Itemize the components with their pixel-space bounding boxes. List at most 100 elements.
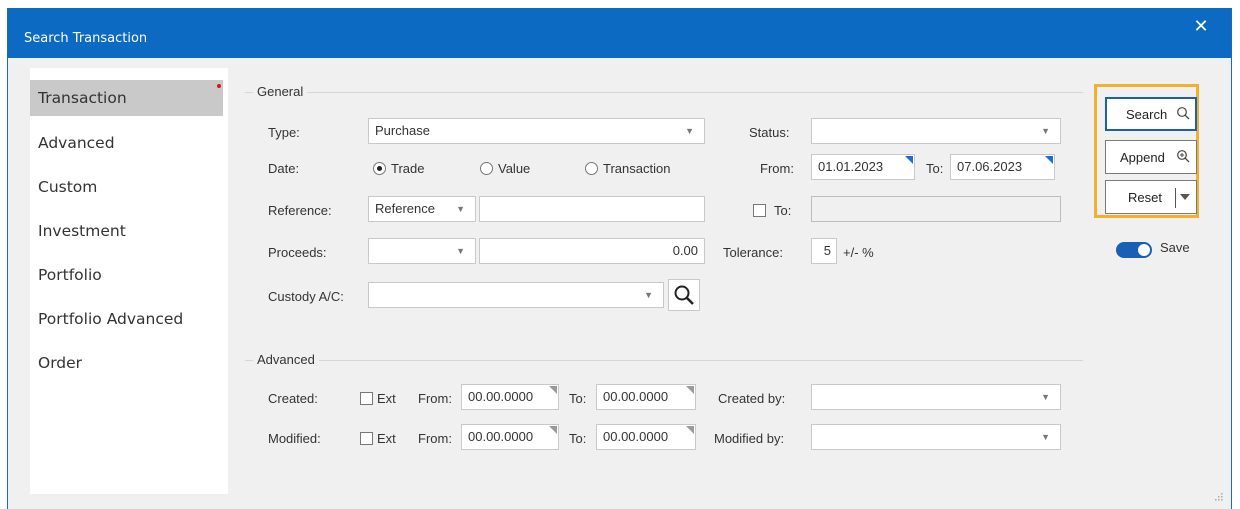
custody-lookup-button[interactable] <box>668 279 700 311</box>
nav-item-label: Portfolio <box>38 266 102 284</box>
custody-label: Custody A/C: <box>268 289 344 304</box>
reference-to-checkbox[interactable]: To: <box>753 203 791 218</box>
category-list: Transaction Advanced Custom Investment P… <box>30 68 228 494</box>
save-toggle[interactable] <box>1116 242 1152 258</box>
date-picker-marker <box>686 426 694 434</box>
reference-to-input[interactable] <box>811 196 1061 222</box>
chevron-down-icon[interactable] <box>1180 194 1190 200</box>
split-divider <box>1175 188 1176 208</box>
window-title: Search Transaction <box>24 31 148 46</box>
checkbox-icon <box>753 204 766 217</box>
save-label: Save <box>1160 240 1190 255</box>
reference-label: Reference: <box>268 203 332 218</box>
nav-item-investment[interactable]: Investment <box>30 213 223 249</box>
chevron-down-icon: ▼ <box>1041 432 1050 442</box>
search-transaction-dialog: Search Transaction ✕ Transaction Advance… <box>7 8 1232 509</box>
created-ext-checkbox[interactable]: Ext <box>360 391 396 406</box>
chevron-down-icon: ▼ <box>644 290 653 300</box>
radio-selected-icon <box>373 162 386 175</box>
reference-to-label: To: <box>774 203 792 218</box>
date-picker-marker <box>905 156 913 164</box>
modified-ext-checkbox[interactable]: Ext <box>360 431 396 446</box>
date-option-value[interactable]: Value <box>480 161 530 176</box>
close-icon[interactable]: ✕ <box>1189 14 1213 38</box>
zoom-in-icon <box>1177 150 1190 163</box>
date-option-trade[interactable]: Trade <box>373 161 424 176</box>
append-button[interactable]: Append <box>1105 140 1197 174</box>
reference-type-value: Reference <box>375 201 435 216</box>
modified-to-field[interactable]: 00.00.0000 <box>596 424 696 450</box>
to-label: To: <box>926 161 944 176</box>
proceeds-amount-input[interactable]: 0.00 <box>479 238 705 264</box>
created-from-field[interactable]: 00.00.0000 <box>461 384 559 410</box>
from-date-value: 01.01.2023 <box>818 159 884 174</box>
resize-grip-icon[interactable] <box>1213 491 1223 501</box>
nav-item-portfolio-advanced[interactable]: Portfolio Advanced <box>30 301 223 337</box>
modified-by-label: Modified by: <box>714 431 785 446</box>
nav-item-transaction[interactable]: Transaction <box>30 80 223 116</box>
proceeds-type-select[interactable]: ▼ <box>368 238 476 264</box>
radio-icon <box>480 162 493 175</box>
modified-from-label: From: <box>418 431 452 446</box>
nav-item-portfolio[interactable]: Portfolio <box>30 257 223 293</box>
modified-indicator <box>217 84 221 88</box>
created-to-field[interactable]: 00.00.0000 <box>596 384 696 410</box>
type-select[interactable]: Purchase ▼ <box>368 118 705 144</box>
type-label: Type: <box>268 125 300 140</box>
ext-label: Ext <box>377 391 396 406</box>
tolerance-value: 5 <box>823 243 831 258</box>
created-from-value: 00.00.0000 <box>468 389 534 404</box>
date-picker-marker <box>549 386 557 394</box>
modified-label: Modified: <box>268 431 321 446</box>
nav-item-custom[interactable]: Custom <box>30 169 223 205</box>
to-date-value: 07.06.2023 <box>957 159 1023 174</box>
ext-label: Ext <box>377 431 396 446</box>
general-group-line <box>245 92 1083 93</box>
modified-from-field[interactable]: 00.00.0000 <box>461 424 559 450</box>
date-picker-marker <box>549 426 557 434</box>
date-option-transaction[interactable]: Transaction <box>585 161 670 176</box>
chevron-down-icon: ▼ <box>456 246 465 256</box>
search-icon <box>674 285 694 305</box>
date-label: Date: <box>268 161 300 176</box>
advanced-group-line <box>245 360 1083 361</box>
date-option-label: Trade <box>391 161 425 176</box>
tolerance-label: Tolerance: <box>723 245 783 260</box>
date-option-label: Transaction <box>603 161 671 176</box>
nav-item-order[interactable]: Order <box>30 345 223 381</box>
nav-item-label: Transaction <box>38 89 127 107</box>
title-bar: Search Transaction ✕ <box>8 8 1231 58</box>
modified-to-value: 00.00.0000 <box>603 429 669 444</box>
chevron-down-icon: ▼ <box>1041 126 1050 136</box>
reset-button[interactable]: Reset <box>1105 180 1197 214</box>
search-button[interactable]: Search <box>1105 97 1197 131</box>
reset-button-label: Reset <box>1128 190 1162 205</box>
modified-from-value: 00.00.0000 <box>468 429 534 444</box>
modified-by-select[interactable]: ▼ <box>811 424 1061 450</box>
created-to-label: To: <box>569 391 587 406</box>
nav-item-advanced[interactable]: Advanced <box>30 125 223 161</box>
nav-item-label: Custom <box>38 178 98 196</box>
general-group-title: General <box>253 84 308 99</box>
tolerance-input[interactable]: 5 <box>811 238 837 264</box>
checkbox-icon <box>360 432 373 445</box>
proceeds-amount-value: 0.00 <box>672 243 698 258</box>
search-icon <box>1177 107 1190 120</box>
date-option-label: Value <box>498 161 531 176</box>
chevron-down-icon: ▼ <box>456 204 465 214</box>
radio-icon <box>585 162 598 175</box>
to-date-field[interactable]: 07.06.2023 <box>950 154 1055 180</box>
proceeds-label: Proceeds: <box>268 245 327 260</box>
from-date-field[interactable]: 01.01.2023 <box>811 154 915 180</box>
modified-to-label: To: <box>569 431 587 446</box>
tolerance-unit: +/- % <box>843 245 874 260</box>
reference-input[interactable] <box>479 196 705 222</box>
custody-select[interactable]: ▼ <box>368 282 664 308</box>
nav-item-label: Order <box>38 354 83 372</box>
status-select[interactable]: ▼ <box>811 118 1061 144</box>
reference-type-select[interactable]: Reference ▼ <box>368 196 476 222</box>
created-by-select[interactable]: ▼ <box>811 384 1061 410</box>
date-picker-marker <box>1045 156 1053 164</box>
created-from-label: From: <box>418 391 452 406</box>
checkbox-icon <box>360 392 373 405</box>
